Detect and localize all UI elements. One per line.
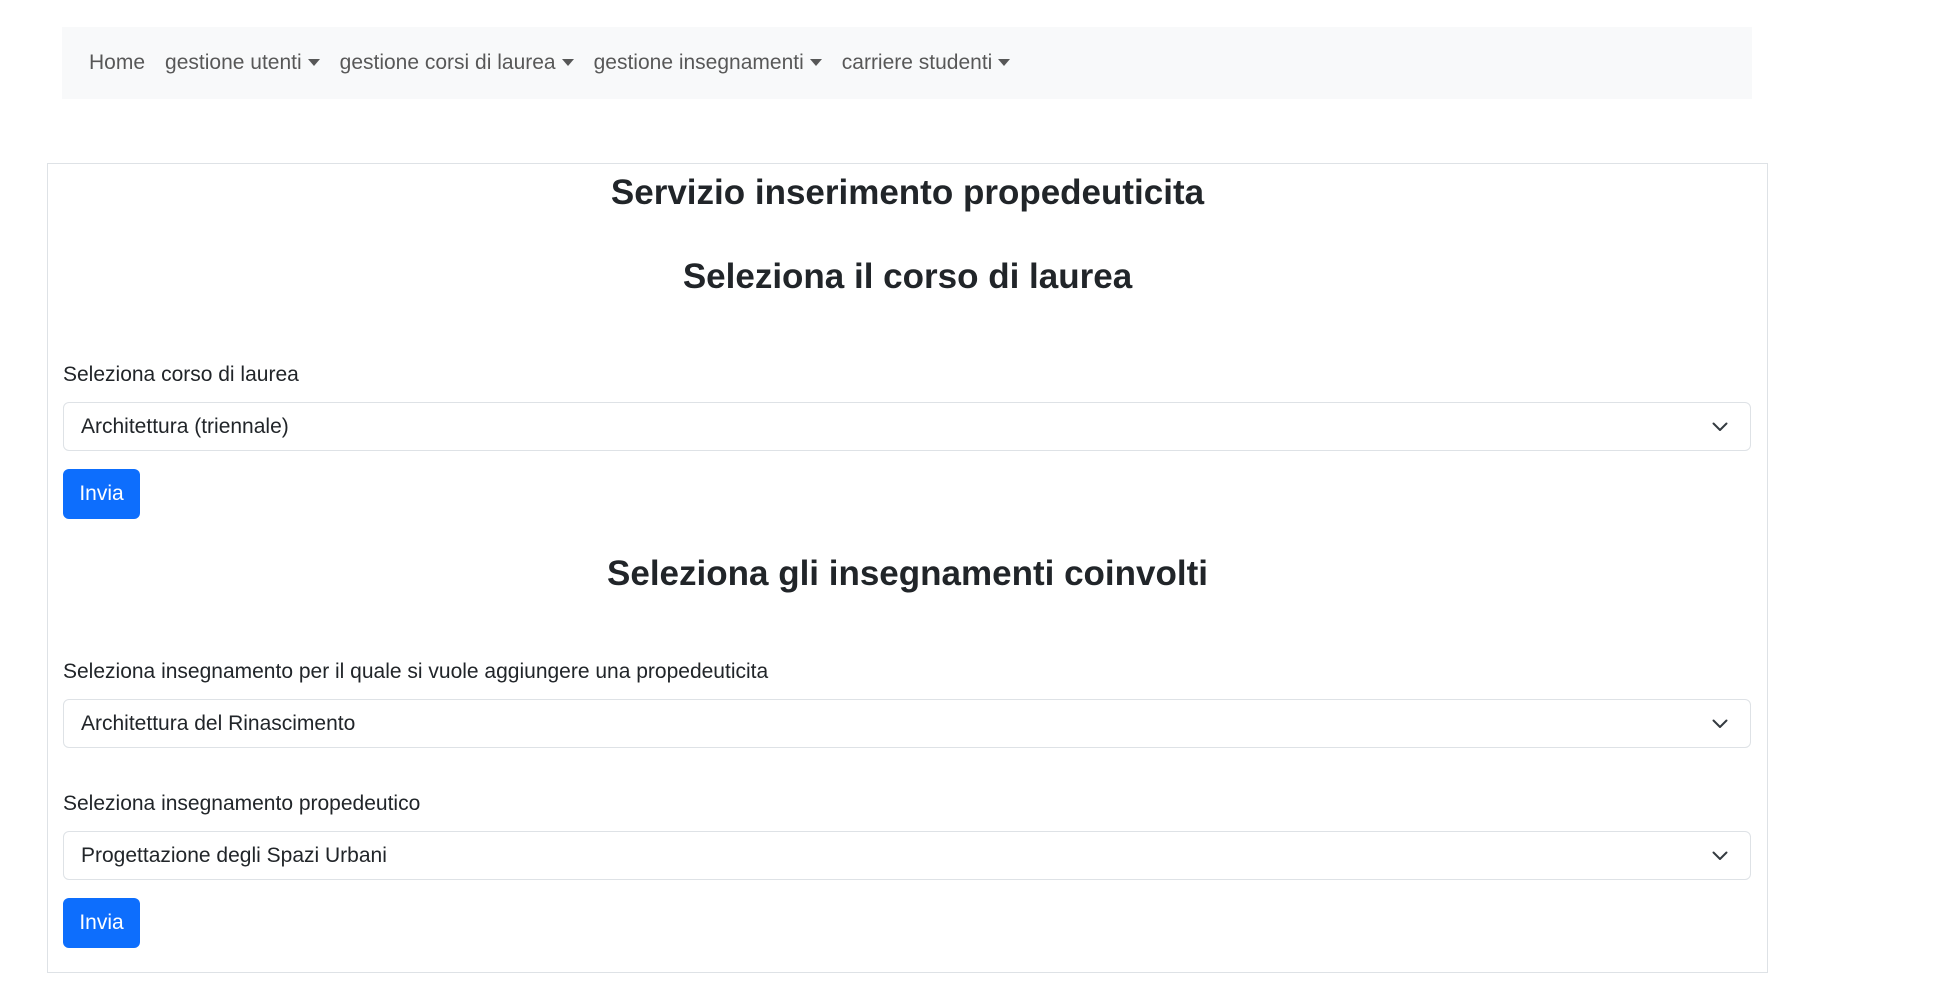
nav-gestione-insegnamenti-label: gestione insegnamenti	[593, 51, 804, 74]
corso-select[interactable]: Architettura (triennale)	[63, 402, 1751, 451]
propedeutico-select-value: Progettazione degli Spazi Urbani	[81, 843, 387, 867]
invia-corso-button[interactable]: Invia	[63, 469, 140, 519]
insegnamento-select-label: Seleziona insegnamento per il quale si v…	[63, 660, 769, 683]
top-navbar: Home gestione utenti gestione corsi di l…	[62, 27, 1752, 99]
form-card: Servizio inserimento propedeuticita Sele…	[47, 163, 1768, 973]
invia-insegnamenti-button[interactable]: Invia	[63, 898, 140, 948]
nav-home-link[interactable]: Home	[79, 51, 155, 75]
nav-home-label: Home	[89, 51, 146, 74]
nav-carriere-studenti-dropdown[interactable]: carriere studenti	[832, 51, 1021, 75]
caret-down-icon	[307, 58, 320, 66]
propedeutico-select[interactable]: Progettazione degli Spazi Urbani	[63, 831, 1751, 880]
corso-select-value: Architettura (triennale)	[81, 414, 289, 438]
section-insegnamenti-heading: Seleziona gli insegnamenti coinvolti	[607, 554, 1208, 593]
chevron-down-icon	[1712, 719, 1728, 728]
nav-gestione-insegnamenti-dropdown[interactable]: gestione insegnamenti	[584, 51, 832, 75]
nav-gestione-utenti-label: gestione utenti	[165, 51, 302, 74]
nav-gestione-corsi-dropdown[interactable]: gestione corsi di laurea	[330, 51, 584, 75]
page-title: Servizio inserimento propedeuticita	[610, 173, 1205, 212]
insegnamento-select[interactable]: Architettura del Rinascimento	[63, 699, 1751, 748]
section-corso-heading: Seleziona il corso di laurea	[682, 257, 1133, 296]
propedeutico-select-label: Seleziona insegnamento propedeutico	[63, 792, 421, 815]
chevron-down-icon	[1712, 851, 1728, 860]
caret-down-icon	[809, 58, 822, 66]
nav-carriere-studenti-label: carriere studenti	[841, 51, 993, 74]
caret-down-icon	[998, 58, 1011, 66]
corso-select-label: Seleziona corso di laurea	[63, 363, 299, 386]
caret-down-icon	[561, 58, 574, 66]
chevron-down-icon	[1712, 422, 1728, 431]
nav-gestione-utenti-dropdown[interactable]: gestione utenti	[155, 51, 330, 75]
insegnamento-select-value: Architettura del Rinascimento	[81, 711, 356, 735]
nav-gestione-corsi-label: gestione corsi di laurea	[339, 51, 556, 74]
